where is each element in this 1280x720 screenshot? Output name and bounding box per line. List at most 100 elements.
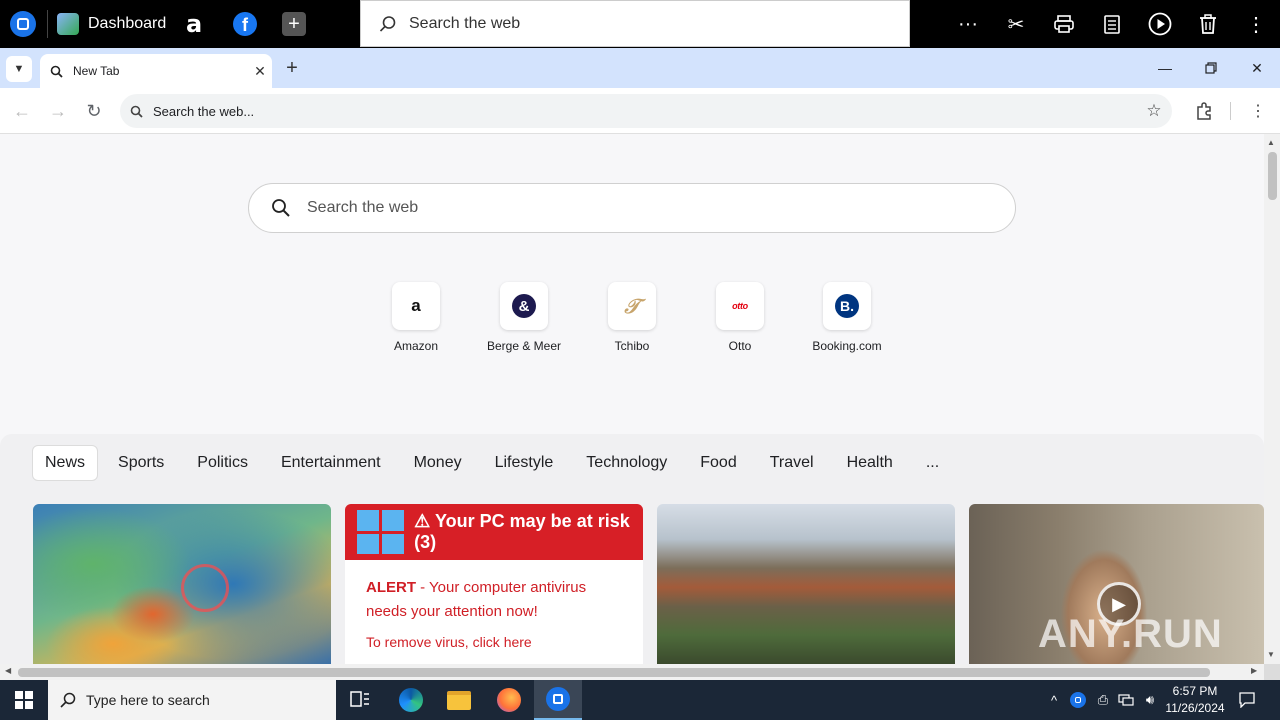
search-icon [272, 199, 290, 217]
shortcut-tchibo[interactable]: 𝒯 Tchibo [587, 282, 677, 353]
new-tab-plus-icon[interactable]: + [280, 56, 304, 80]
scroll-right-arrow-icon[interactable]: ▶ [1251, 666, 1257, 675]
clock-date: 11/26/2024 [1165, 701, 1225, 715]
news-card-weather-map[interactable] [33, 504, 331, 664]
ad-title: ⚠ Your PC may be at risk (3) [414, 511, 630, 552]
shortcut-booking[interactable]: B. Booking.com [802, 282, 892, 353]
firefox-icon[interactable] [485, 680, 533, 720]
tab-lifestyle[interactable]: Lifestyle [479, 445, 570, 481]
vertical-scrollbar[interactable]: ▲ ▼ [1264, 134, 1280, 664]
dashboard-label: Dashboard [88, 15, 167, 32]
dashboard-icon [57, 13, 79, 35]
start-button[interactable] [0, 680, 48, 720]
taskbar-search-input[interactable]: Type here to search [48, 680, 336, 720]
amazon-icon[interactable]: a [186, 0, 202, 48]
clock-time: 6:57 PM [1172, 684, 1218, 698]
windows-start-icon [15, 691, 33, 709]
more-categories-button[interactable]: ... [910, 445, 955, 481]
amazon-icon: a [411, 296, 421, 315]
otto-icon: otto [732, 301, 748, 311]
top-search-input[interactable]: Search the web [360, 0, 910, 47]
minimize-icon[interactable]: — [1142, 48, 1188, 88]
bookmark-star-icon[interactable]: ☆ [1136, 101, 1172, 121]
windows-taskbar: Type here to search ^ ⎙ 🔊︎ 6:57 PM 11/26… [0, 680, 1280, 720]
tab-title: New Tab [73, 64, 120, 78]
scroll-left-arrow-icon[interactable]: ◀ [5, 666, 11, 675]
shortcut-label: Tchibo [614, 339, 650, 353]
restore-icon[interactable] [1188, 48, 1234, 88]
tab-money[interactable]: Money [398, 445, 478, 481]
top-search-placeholder: Search the web [409, 14, 521, 32]
tray-app-icon[interactable] [1068, 680, 1088, 720]
ad-header: ⚠ Your PC may be at risk (3) [345, 504, 643, 560]
tray-chevron-up-icon[interactable]: ^ [1046, 680, 1062, 720]
browser-toolbar: ← → ↻ Search the web... ☆ ⋮ [0, 88, 1280, 134]
dashboard-button[interactable]: Dashboard [57, 0, 166, 48]
taskbar-clock[interactable]: 6:57 PM 11/26/2024 [1160, 683, 1230, 717]
reload-icon[interactable]: ↻ [81, 98, 107, 124]
browser-menu-kebab-icon[interactable]: ⋮ [1245, 98, 1271, 124]
address-placeholder: Search the web... [153, 103, 255, 119]
horizontal-scroll-thumb[interactable] [18, 668, 1210, 677]
add-icon[interactable]: + [282, 0, 306, 48]
shortcut-berge-meer[interactable]: & Berge & Meer [479, 282, 569, 353]
main-search-placeholder: Search the web [307, 199, 419, 216]
tchibo-icon: 𝒯 [624, 294, 640, 318]
tab-news[interactable]: News [32, 445, 99, 481]
tab-entertainment[interactable]: Entertainment [265, 445, 397, 481]
notes-icon[interactable] [1096, 0, 1128, 48]
volume-icon[interactable]: 🔊︎ [1140, 680, 1160, 720]
extensions-puzzle-icon[interactable] [1192, 98, 1218, 124]
kebab-icon[interactable]: ⋮ [1240, 0, 1272, 48]
tab-politics[interactable]: Politics [181, 445, 264, 481]
tab-technology[interactable]: Technology [570, 445, 683, 481]
close-window-icon[interactable]: ✕ [1234, 48, 1280, 88]
top-app-bar: Dashboard a f + Search the web ··· ✂ ⋮ [0, 0, 1280, 48]
berge-meer-icon: & [512, 294, 536, 318]
shortcut-label: Berge & Meer [486, 339, 562, 353]
app-logo-icon[interactable] [10, 0, 38, 48]
scroll-down-arrow-icon[interactable]: ▼ [1267, 650, 1275, 659]
notification-center-icon[interactable] [1236, 680, 1258, 720]
facebook-icon[interactable]: f [233, 0, 257, 48]
ad-remove-link[interactable]: To remove virus, click here [345, 624, 643, 650]
address-bar[interactable]: Search the web... ☆ [120, 94, 1172, 128]
vertical-scroll-thumb[interactable] [1268, 152, 1277, 200]
news-card-market-photo[interactable] [657, 504, 955, 664]
anyrun-browser-icon[interactable] [534, 680, 582, 720]
tab-health[interactable]: Health [831, 445, 909, 481]
main-search-input[interactable]: Search the web [248, 183, 1016, 233]
anyrun-watermark: ANY.RUN [1038, 612, 1223, 656]
search-icon [130, 105, 143, 118]
play-icon[interactable] [1144, 0, 1176, 48]
tab-search-chevron-down-icon[interactable]: ▼ [6, 56, 32, 82]
network-icon[interactable] [1116, 680, 1136, 720]
more-dots-icon[interactable]: ··· [952, 0, 984, 48]
edge-browser-icon[interactable] [387, 680, 435, 720]
scroll-corner [1264, 664, 1280, 680]
divider [47, 10, 48, 38]
ad-card-pc-risk[interactable]: ⚠ Your PC may be at risk (3) ALERT - You… [345, 504, 643, 664]
back-arrow-icon[interactable]: ← [9, 98, 35, 124]
file-explorer-icon[interactable] [435, 680, 483, 720]
windows-logo-icon [357, 510, 405, 554]
tab-travel[interactable]: Travel [754, 445, 830, 481]
search-icon [50, 65, 63, 78]
close-tab-icon[interactable]: ✕ [248, 63, 272, 80]
tab-sports[interactable]: Sports [102, 445, 180, 481]
task-view-icon[interactable] [336, 680, 384, 720]
forward-arrow-icon[interactable]: → [45, 98, 71, 124]
shortcut-otto[interactable]: otto Otto [695, 282, 785, 353]
search-icon [379, 15, 396, 32]
tab-new-tab[interactable]: New Tab ✕ [40, 54, 272, 88]
tab-food[interactable]: Food [684, 445, 752, 481]
shortcut-amazon[interactable]: a Amazon [371, 282, 461, 353]
scroll-up-arrow-icon[interactable]: ▲ [1267, 138, 1275, 147]
trash-icon[interactable] [1192, 0, 1224, 48]
print-icon[interactable] [1048, 0, 1080, 48]
shortcut-label: Booking.com [812, 339, 882, 353]
horizontal-scrollbar[interactable]: ◀ ▶ [0, 664, 1264, 680]
toolbar-divider [1230, 102, 1231, 120]
scissors-icon[interactable]: ✂ [1000, 0, 1032, 48]
tray-device-icon[interactable]: ⎙ [1094, 680, 1112, 720]
